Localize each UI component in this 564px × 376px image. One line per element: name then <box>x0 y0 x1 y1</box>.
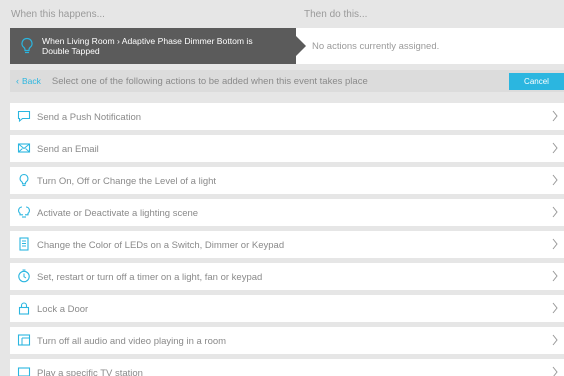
action-item-timer[interactable]: Set, restart or turn off a timer on a li… <box>10 263 564 290</box>
lightbulb-icon <box>19 173 29 187</box>
action-label: Set, restart or turn off a timer on a li… <box>37 272 263 283</box>
action-item-tv-station[interactable]: Play a specific TV station <box>10 359 564 376</box>
chevron-right-icon <box>552 334 558 346</box>
event-trigger[interactable]: When Living Room › Adaptive Phase Dimmer… <box>10 28 306 64</box>
chevron-right-icon <box>552 238 558 250</box>
action-item-send-email[interactable]: Send an Email <box>10 135 564 162</box>
chevron-right-icon <box>552 270 558 282</box>
event-row: When Living Room › Adaptive Phase Dimmer… <box>10 28 564 64</box>
action-label: Change the Color of LEDs on a Switch, Di… <box>37 240 285 251</box>
no-actions-text: No actions currently assigned. <box>312 40 440 52</box>
chevron-right-icon <box>552 174 558 186</box>
columns-header: When this happens... Then do this... <box>0 0 564 28</box>
action-label: Turn On, Off or Change the Level of a li… <box>37 176 217 187</box>
chevron-left-icon: ‹ <box>16 76 19 86</box>
envelope-icon <box>17 143 31 153</box>
action-label: Send a Push Notification <box>37 112 142 123</box>
timer-icon <box>18 269 30 283</box>
chat-bubble-icon <box>17 110 31 123</box>
chevron-right-icon <box>552 142 558 154</box>
action-label: Activate or Deactivate a lighting scene <box>37 208 199 219</box>
action-item-push-notification[interactable]: Send a Push Notification <box>10 103 564 130</box>
assigned-actions: No actions currently assigned. <box>296 28 564 64</box>
lock-icon <box>18 302 30 315</box>
chevron-right-icon <box>552 366 558 376</box>
action-item-audio-video-off[interactable]: Turn off all audio and video playing in … <box>10 327 564 354</box>
action-label: Send an Email <box>37 144 99 155</box>
action-item-led-color[interactable]: Change the Color of LEDs on a Switch, Di… <box>10 231 564 258</box>
tv-icon <box>17 367 31 376</box>
action-label: Play a specific TV station <box>37 368 143 376</box>
keypad-icon <box>19 237 29 251</box>
event-text: When Living Room › Adaptive Phase Dimmer… <box>42 36 253 56</box>
instructions-text: Select one of the following actions to b… <box>51 75 368 87</box>
action-item-lock-door[interactable]: Lock a Door <box>10 295 564 322</box>
back-label: Back <box>22 76 41 86</box>
chevron-right-icon <box>552 302 558 314</box>
chevron-right-icon <box>552 110 558 122</box>
action-item-lighting-scene[interactable]: Activate or Deactivate a lighting scene <box>10 199 564 226</box>
when-header: When this happens... <box>11 9 105 20</box>
action-label: Turn off all audio and video playing in … <box>37 336 227 347</box>
action-label: Lock a Door <box>37 304 89 315</box>
room-media-icon <box>17 334 31 346</box>
cancel-button[interactable]: Cancel <box>509 73 564 90</box>
action-item-light-level[interactable]: Turn On, Off or Change the Level of a li… <box>10 167 564 194</box>
action-toolbar: ‹ Back Select one of the following actio… <box>10 70 564 92</box>
lightbulb-icon <box>21 37 33 54</box>
scene-icon <box>18 206 30 218</box>
then-header: Then do this... <box>304 9 368 20</box>
back-button[interactable]: ‹ Back <box>16 76 41 86</box>
chevron-right-icon <box>552 206 558 218</box>
